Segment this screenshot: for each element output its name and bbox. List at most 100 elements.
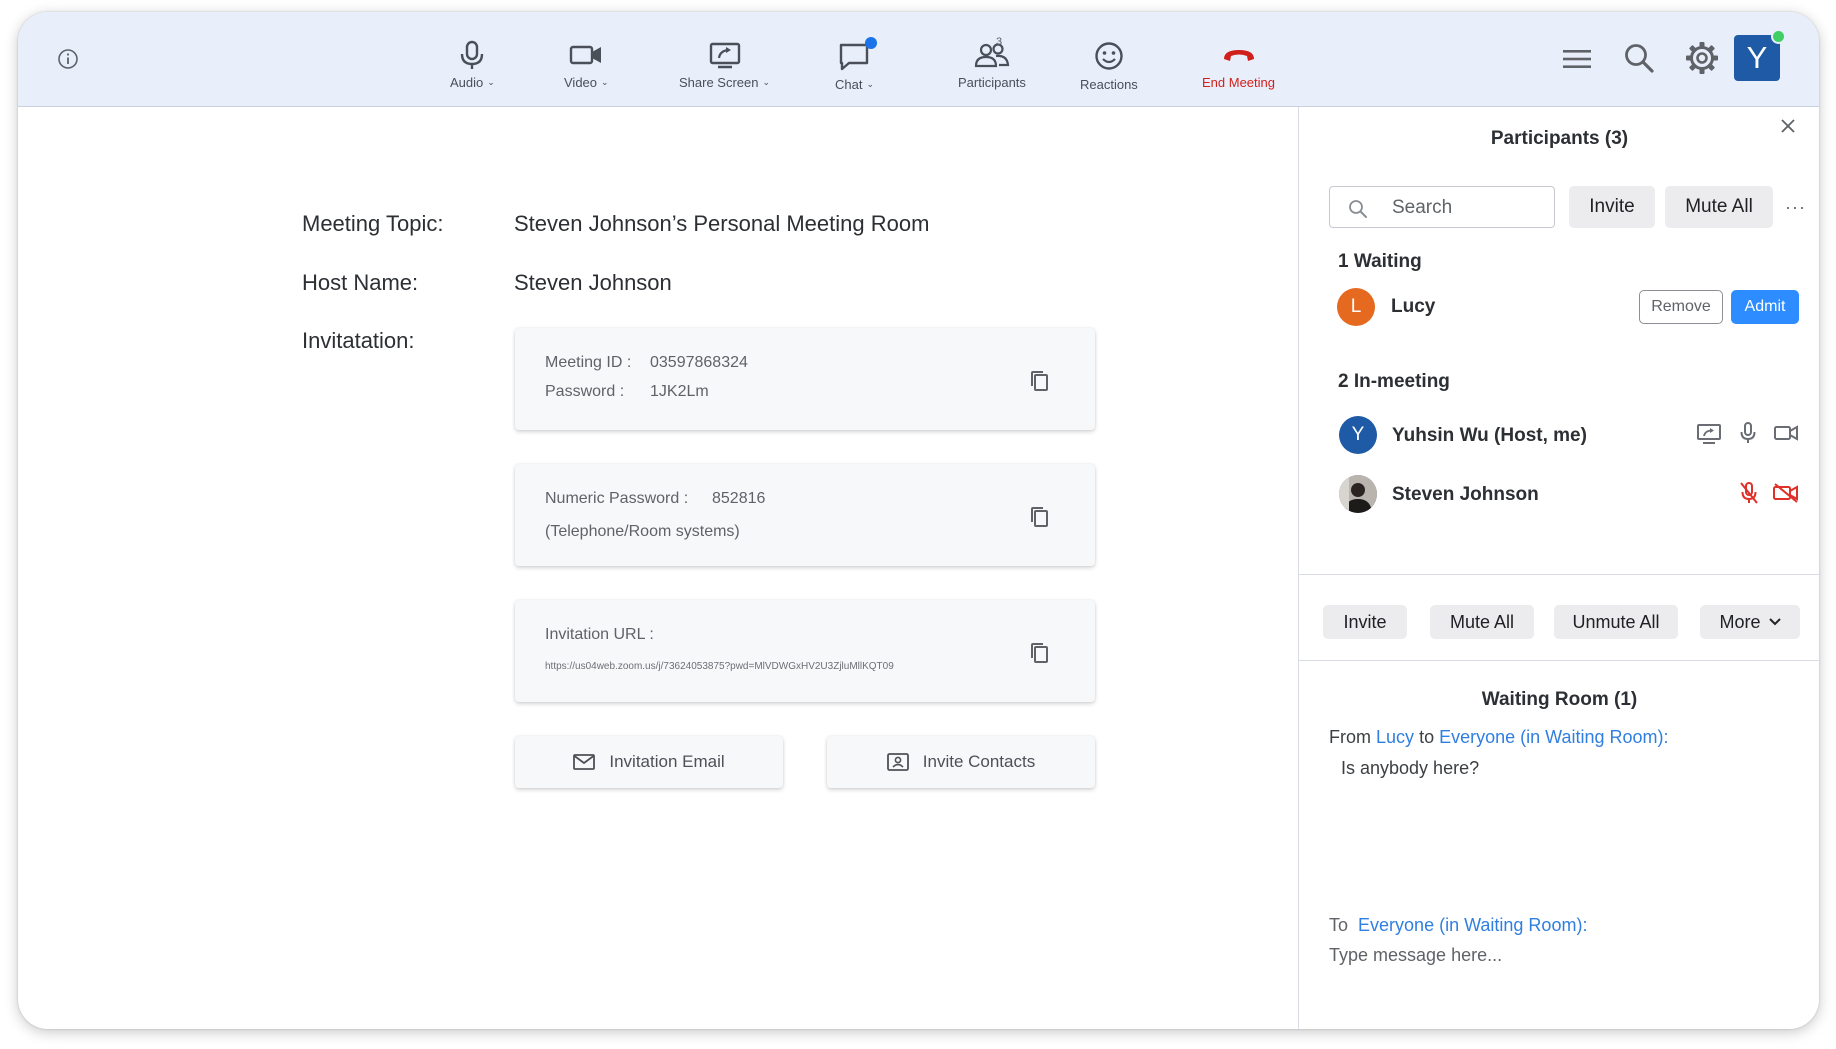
admit-button[interactable]: Admit — [1731, 290, 1799, 324]
search-input[interactable] — [1390, 195, 1544, 221]
password-label: Password : — [545, 383, 625, 400]
mute-all-button[interactable]: Mute All — [1430, 605, 1534, 639]
share-screen-label: Share Screen — [679, 75, 759, 90]
numeric-password-note: (Telephone/Room systems) — [545, 523, 740, 540]
waiting-header: 1 Waiting — [1338, 251, 1422, 272]
chevron-down-icon — [1768, 618, 1781, 626]
participant-search[interactable] — [1329, 186, 1555, 228]
video-button[interactable]: Video ⌄ — [564, 40, 609, 90]
microphone-muted-icon[interactable] — [1739, 481, 1759, 510]
end-meeting-button[interactable]: End Meeting — [1202, 40, 1275, 90]
meeting-id-value: 03597868324 — [650, 354, 748, 371]
from-word: From — [1329, 727, 1371, 747]
more-button[interactable]: More — [1700, 605, 1800, 639]
invitation-url-label: Invitation URL : — [545, 626, 654, 643]
participant-name: Steven Johnson — [1392, 484, 1539, 505]
more-label: More — [1719, 611, 1761, 632]
invite-button[interactable]: Invite — [1569, 186, 1655, 228]
meeting-id-label: Meeting ID : — [545, 354, 632, 371]
share-screen-button[interactable]: Share Screen ⌄ — [679, 40, 770, 90]
unmute-all-button[interactable]: Unmute All — [1554, 605, 1678, 639]
info-icon[interactable] — [56, 47, 80, 71]
search-icon — [1349, 200, 1367, 218]
host-value: Steven Johnson — [514, 270, 672, 295]
more-options-icon[interactable]: ··· — [1785, 197, 1806, 218]
mute-all-button[interactable]: Mute All — [1665, 186, 1773, 228]
numeric-password-card: Numeric Password : 852816 (Telephone/Roo… — [515, 464, 1095, 566]
copy-icon[interactable] — [1029, 370, 1049, 392]
end-meeting-label: End Meeting — [1202, 75, 1275, 90]
audio-label: Audio — [450, 75, 484, 90]
chat-message-header: From Lucy to Everyone (in Waiting Room): — [1329, 727, 1669, 748]
avatar: L — [1337, 288, 1375, 326]
chat-message-body: Is anybody here? — [1341, 758, 1480, 778]
chevron-down-icon: ⌄ — [866, 79, 875, 89]
participants-icon — [974, 43, 1010, 68]
topic-label: Meeting Topic: — [302, 211, 444, 236]
divider — [1299, 574, 1819, 575]
to-word: to — [1419, 727, 1435, 747]
reactions-button[interactable]: Reactions — [1080, 40, 1138, 92]
meeting-id-card: Meeting ID : 03597868324 Password : 1JK2… — [515, 328, 1095, 430]
meeting-toolbar: Audio ⌄ Video ⌄ Share Screen ⌄ Chat ⌄ Pa… — [18, 12, 1819, 107]
meeting-info-area: Meeting Topic: Steven Johnson’s Personal… — [18, 107, 1298, 1029]
chat-message-input[interactable] — [1329, 942, 1789, 968]
host-label: Host Name: — [302, 270, 419, 295]
online-status-dot — [1771, 29, 1786, 44]
participants-label: Participants — [958, 75, 1026, 90]
avatar — [1339, 475, 1377, 513]
participants-panel: Participants (3) Invite Mute All ··· 1 W… — [1298, 107, 1819, 1029]
video-off-icon[interactable] — [1773, 483, 1799, 508]
inmeeting-header: 2 In-meeting — [1338, 371, 1450, 392]
invite-button[interactable]: Invite — [1323, 605, 1407, 639]
invite-contacts-label: Invite Contacts — [922, 752, 1036, 771]
participant-name: Lucy — [1391, 296, 1436, 317]
envelope-icon — [573, 754, 596, 770]
video-label: Video — [564, 75, 598, 90]
contact-card-icon — [886, 753, 909, 771]
invitation-url-value[interactable]: https://us04web.zoom.us/j/73624053875?pw… — [545, 661, 894, 672]
compose-to-word: To — [1329, 915, 1349, 935]
participants-button[interactable]: Participants — [958, 40, 1026, 90]
copy-icon[interactable] — [1029, 506, 1049, 528]
gear-icon[interactable] — [1685, 41, 1719, 80]
waiting-room-title: Waiting Room (1) — [1481, 689, 1638, 710]
microphone-icon — [461, 40, 484, 69]
panel-title: Participants (3) — [1490, 128, 1629, 149]
search-icon[interactable] — [1623, 42, 1655, 79]
hamburger-menu-icon[interactable] — [1562, 48, 1592, 75]
chat-label: Chat — [835, 77, 863, 92]
avatar: Y — [1339, 416, 1377, 454]
chevron-down-icon: ⌄ — [601, 77, 609, 87]
password-value: 1JK2Lm — [650, 383, 709, 400]
compose-recipient-select[interactable]: Everyone (in Waiting Room): — [1358, 915, 1587, 935]
phone-hangup-icon — [1223, 50, 1254, 61]
unread-dot — [865, 37, 877, 49]
sender-link[interactable]: Lucy — [1376, 727, 1414, 747]
screen-share-icon[interactable] — [1696, 423, 1722, 450]
video-camera-icon[interactable] — [1774, 424, 1798, 447]
share-screen-icon — [709, 42, 740, 69]
invitation-url-card: Invitation URL : https://us04web.zoom.us… — [515, 600, 1095, 702]
invitation-email-button[interactable]: Invitation Email — [515, 736, 783, 788]
audio-button[interactable]: Audio ⌄ — [450, 40, 495, 90]
chevron-down-icon: ⌄ — [762, 77, 771, 87]
topic-value: Steven Johnson’s Personal Meeting Room — [514, 211, 930, 236]
meeting-window: Audio ⌄ Video ⌄ Share Screen ⌄ Chat ⌄ Pa… — [18, 12, 1819, 1029]
compose-recipient: To Everyone (in Waiting Room): — [1329, 915, 1587, 936]
video-camera-icon — [570, 45, 602, 65]
chevron-down-icon: ⌄ — [487, 77, 495, 87]
microphone-icon[interactable] — [1739, 421, 1757, 450]
remove-button[interactable]: Remove — [1639, 290, 1723, 324]
copy-icon[interactable] — [1029, 642, 1049, 664]
reactions-label: Reactions — [1080, 77, 1138, 92]
profile-photo — [1339, 475, 1377, 513]
participant-name: Yuhsin Wu (Host, me) — [1392, 425, 1587, 446]
numeric-password-value: 852816 — [712, 490, 766, 507]
invitation-email-label: Invitation Email — [609, 752, 725, 771]
recipient-link[interactable]: Everyone (in Waiting Room): — [1439, 727, 1668, 747]
invite-contacts-button[interactable]: Invite Contacts — [827, 736, 1095, 788]
invitation-label: Invitatation: — [302, 328, 415, 353]
numeric-password-label: Numeric Password : — [545, 490, 689, 507]
divider — [1299, 660, 1819, 661]
